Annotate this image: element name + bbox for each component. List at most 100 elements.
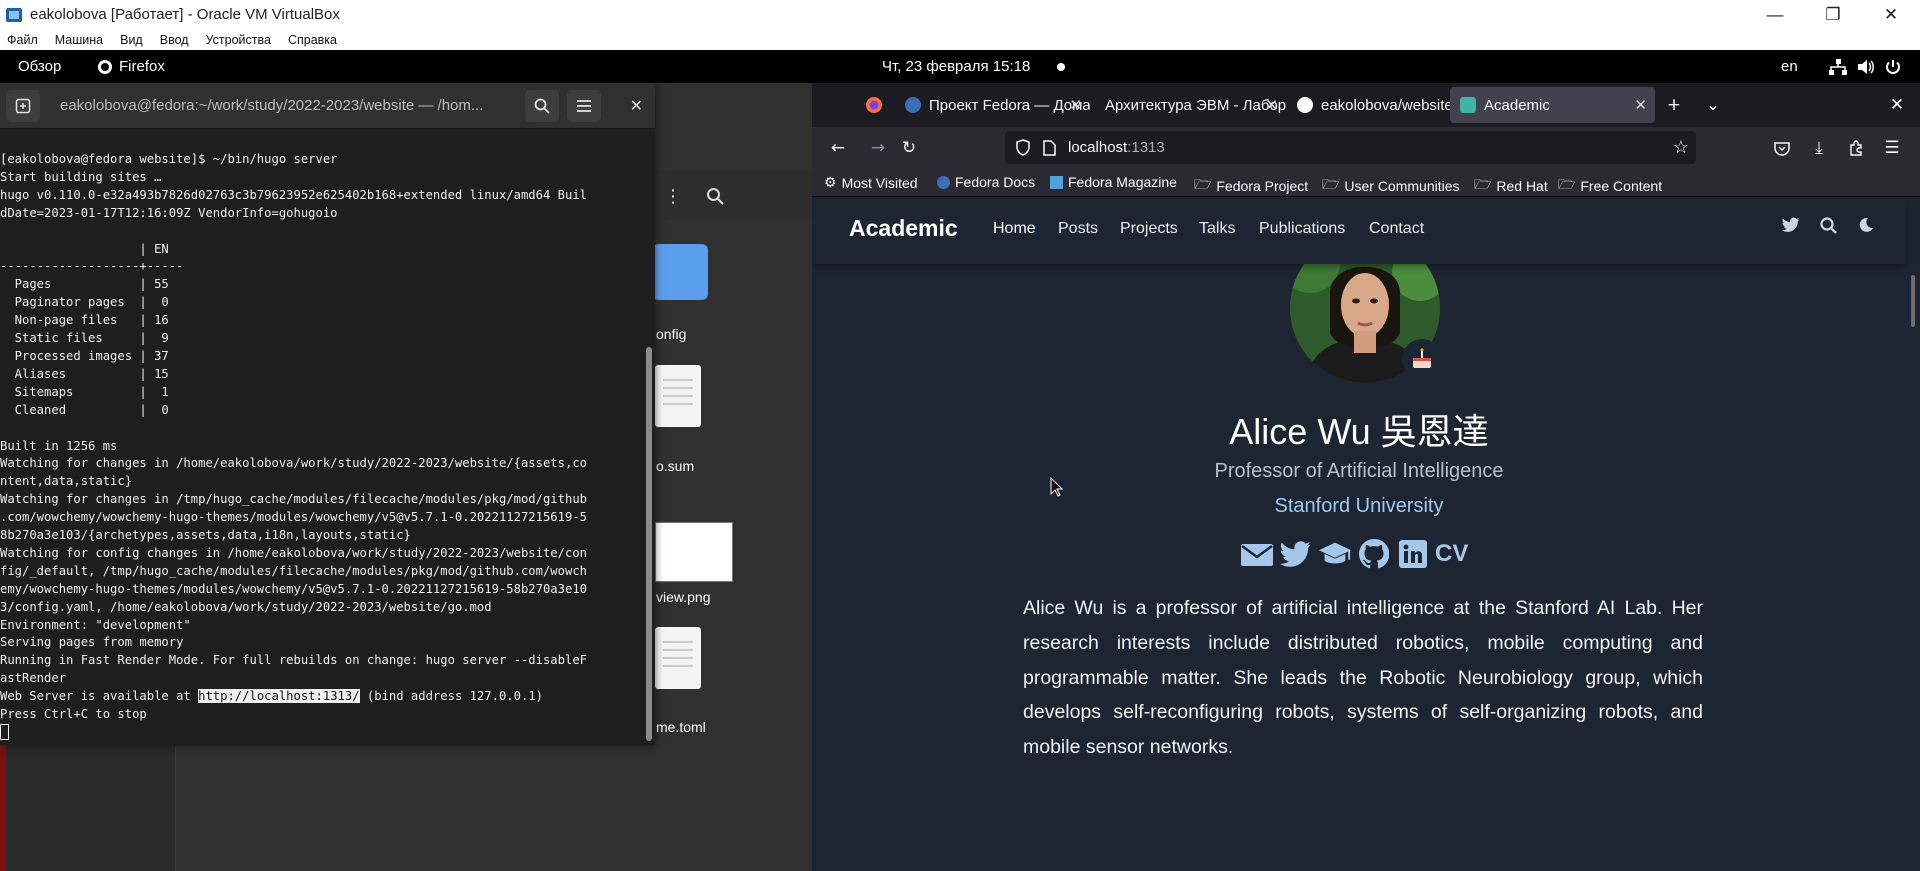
bookmark-fedora-project[interactable]: 🗁 Fedora Project [1194,174,1308,198]
server-prefix: Web Server is available at [0,689,199,704]
clock[interactable]: Чт, 23 февраля 15:18 [882,50,1030,83]
terminal-line: 8b270a3e103/{archetypes,assets,data,i18n… [0,528,411,543]
page-scrollbar[interactable] [1911,275,1915,327]
pocket-icon[interactable] [1767,133,1797,163]
network-icon[interactable] [1829,50,1847,83]
menu-devices[interactable]: Устройства [206,33,271,47]
folder-icon: 🗁 [1194,176,1212,192]
extensions-icon[interactable] [1841,133,1871,163]
moon-icon[interactable] [1858,217,1874,238]
terminal-output[interactable]: [eakolobova@fedora website]$ ~/bin/hugo … [0,151,644,743]
list-tabs-icon[interactable]: ⌄ [1698,90,1728,120]
activities-button[interactable]: Обзор [18,50,61,83]
file-label[interactable]: onfig [656,326,686,342]
hamburger-menu-icon[interactable] [567,90,601,122]
profile-organization[interactable]: Stanford University [812,495,1906,518]
envelope-icon[interactable] [1240,537,1274,571]
close-window-icon[interactable]: ✕ [1882,90,1912,120]
terminal-line: ntent,data,static} [0,474,133,489]
bookmark-fedora-docs[interactable]: Fedora Docs [937,174,1035,190]
terminal-line: Serving pages from memory [0,635,184,650]
tab-academic[interactable]: Academic ✕ [1450,87,1655,123]
new-tab-icon[interactable]: + [1659,90,1689,120]
terminal-scrollbar[interactable] [646,347,652,741]
terminal-line: dDate=2023-01-17T12:16:09Z VendorInfo=go… [0,205,338,220]
twitter-icon[interactable] [1782,217,1800,238]
terminal-cursor [0,724,9,740]
terminal-line: Non-page files | 16 [0,313,169,328]
menu-help[interactable]: Справка [288,33,337,47]
bookmark-user-communities[interactable]: 🗁 User Communities [1322,174,1460,198]
bookmark-free-content[interactable]: 🗁 Free Content [1558,174,1662,198]
document-icon[interactable] [655,365,701,427]
github-icon[interactable] [1357,537,1391,571]
close-tab-icon[interactable]: ✕ [1265,96,1278,114]
terminal-line: Cleaned | 0 [0,402,169,417]
terminal-header: eakolobova@fedora:~/work/study/2022-2023… [0,83,655,129]
keyboard-layout[interactable]: en [1781,50,1798,83]
image-thumbnail[interactable] [655,522,733,582]
back-icon[interactable]: ← [823,133,853,163]
cv-icon[interactable]: CV [1435,537,1468,571]
terminal-line: Static files | 9 [0,331,169,346]
bookmark-fedora-magazine[interactable]: Fedora Magazine [1050,174,1177,190]
terminal-line: Press Ctrl+C to stop [0,707,147,722]
file-label[interactable]: view.png [656,589,710,605]
gnome-top-bar: Обзор Firefox Чт, 23 февраля 15:18 en [0,50,1920,83]
menu-view[interactable]: Вид [120,33,143,47]
minimize-button[interactable]: — [1746,0,1804,29]
tab-architecture[interactable]: Архитектура ЭВМ - Лабор ✕ [1091,87,1286,123]
server-url-link[interactable]: http://localhost:1313/ [198,689,360,704]
tab-fedora-project[interactable]: Проект Fedora — Дома ✕ [895,87,1090,123]
magazine-icon [1050,175,1063,189]
close-button[interactable]: ✕ [1862,0,1920,29]
more-vert-icon[interactable]: ⋮ [656,180,690,212]
nav-projects[interactable]: Projects [1120,220,1178,238]
search-icon[interactable] [525,90,559,122]
tab-strip: Проект Fedora — Дома ✕ Архитектура ЭВМ - … [812,83,1920,127]
nav-posts[interactable]: Posts [1058,220,1098,238]
reload-icon[interactable]: ↻ [894,133,924,163]
nav-talks[interactable]: Talks [1199,220,1235,238]
search-icon[interactable] [698,180,732,212]
linkedin-icon[interactable] [1396,537,1430,571]
url-bar[interactable]: localhost:1313 ☆ [1005,131,1696,164]
close-icon[interactable]: ✕ [630,96,643,115]
terminal-line: astRender [0,671,67,686]
bookmark-red-hat[interactable]: 🗁 Red Hat [1474,174,1548,198]
forward-icon[interactable]: → [863,133,893,163]
terminal-line: Watching for changes in /tmp/hugo_cache/… [0,492,587,507]
file-label[interactable]: o.sum [656,458,694,474]
twitter-icon[interactable] [1279,537,1313,571]
app-menu[interactable]: Firefox [97,50,165,83]
power-icon[interactable] [1885,50,1901,83]
shield-icon[interactable] [1015,139,1031,156]
search-icon[interactable] [1820,217,1837,239]
new-tab-icon[interactable] [6,90,40,122]
menu-file[interactable]: Файл [7,33,38,47]
terminal-line: hugo v0.110.0-e32a493b7826d02763c3b79623… [0,187,587,202]
nav-contact[interactable]: Contact [1369,220,1424,238]
menu-machine[interactable]: Машина [55,33,103,47]
nav-home[interactable]: Home [993,220,1036,238]
bookmark-most-visited[interactable]: ⚙ Most Visited [824,174,918,191]
close-tab-icon[interactable]: ✕ [1634,96,1647,114]
close-tab-icon[interactable]: ✕ [1069,96,1082,114]
folder-icon[interactable] [652,244,708,300]
file-label[interactable]: me.toml [656,719,706,735]
firefox-view-icon[interactable] [859,90,889,120]
nav-publications[interactable]: Publications [1259,220,1345,238]
folder-icon: 🗁 [1474,176,1492,192]
virtualbox-menubar: Файл Машина Вид Ввод Устройства Справка [0,29,1920,50]
maximize-button[interactable]: ❐ [1804,0,1862,29]
volume-icon[interactable] [1857,50,1875,83]
graduation-cap-icon[interactable] [1318,537,1352,571]
site-brand[interactable]: Academic [849,215,958,242]
downloads-icon[interactable]: ⤓ [1804,133,1834,163]
menu-input[interactable]: Ввод [160,33,189,47]
menu-icon[interactable]: ☰ [1877,133,1907,163]
bookmark-star-icon[interactable]: ☆ [1673,137,1689,158]
document-icon[interactable] [655,627,701,689]
firefox-icon [98,59,112,74]
